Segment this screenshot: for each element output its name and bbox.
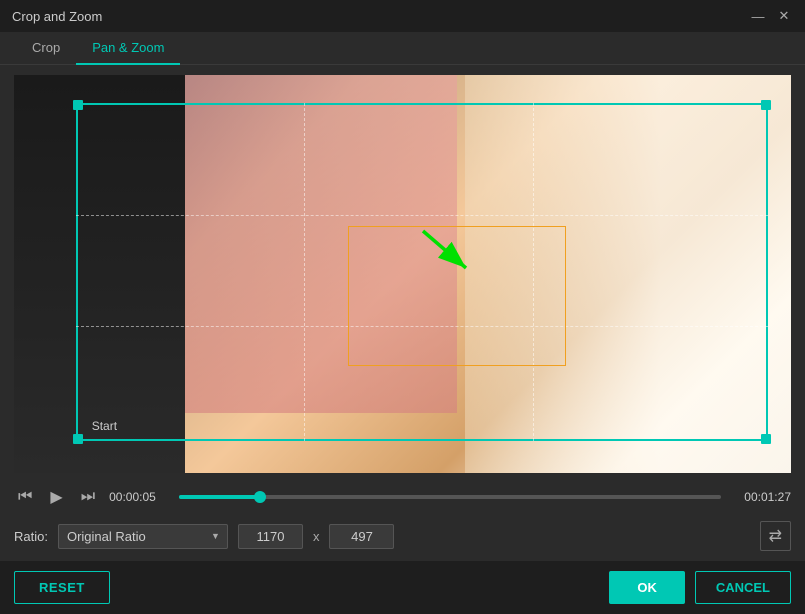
step-back-icon: ⏮	[18, 488, 32, 506]
playback-controls: ⏮ ▶ ⏭ 00:00:05 00:01:27	[14, 483, 791, 511]
ok-button[interactable]: OK	[609, 571, 685, 604]
cancel-button[interactable]: CANCEL	[695, 571, 791, 604]
close-button[interactable]: ✕	[775, 7, 793, 25]
tab-bar: Crop Pan & Zoom	[0, 32, 805, 65]
ratio-select[interactable]: Original Ratio 16:9 4:3 1:1 9:16 Custom	[58, 524, 228, 549]
swap-icon: ⇄	[769, 528, 782, 545]
step-forward-icon: ⏭	[81, 488, 95, 506]
bottom-action-bar: RESET OK CANCEL	[0, 561, 805, 614]
ratio-controls: Ratio: Original Ratio 16:9 4:3 1:1 9:16 …	[14, 521, 791, 551]
main-content: Start ⏮ ▶ ⏭ 00:00:05 00:01:27 Ratio:	[0, 65, 805, 561]
width-input[interactable]	[238, 524, 303, 549]
video-dark-left	[14, 75, 185, 473]
swap-dimensions-button[interactable]: ⇄	[760, 521, 791, 551]
confirm-button-group: OK CANCEL	[609, 571, 791, 604]
reset-button[interactable]: RESET	[14, 571, 110, 604]
dimension-separator: x	[313, 529, 320, 544]
minimize-icon: —	[752, 9, 765, 24]
timeline-thumb[interactable]	[254, 491, 266, 503]
video-pink-wall	[185, 75, 457, 413]
step-forward-button[interactable]: ⏭	[77, 486, 99, 508]
close-icon: ✕	[779, 8, 790, 24]
crop-and-zoom-window: Crop and Zoom — ✕ Crop Pan & Zoom	[0, 0, 805, 614]
ratio-select-wrapper: Original Ratio 16:9 4:3 1:1 9:16 Custom	[58, 524, 228, 549]
play-button[interactable]: ▶	[46, 485, 66, 509]
start-label: Start	[92, 419, 117, 433]
window-controls: — ✕	[749, 7, 793, 25]
video-frame: Start	[14, 75, 791, 473]
video-right-area	[465, 75, 791, 473]
end-time: 00:01:27	[731, 490, 791, 504]
height-input[interactable]	[329, 524, 394, 549]
title-bar: Crop and Zoom — ✕	[0, 0, 805, 32]
play-icon: ▶	[50, 487, 62, 507]
video-preview-area: Start	[14, 75, 791, 473]
tab-pan-zoom[interactable]: Pan & Zoom	[76, 32, 180, 65]
step-back-button[interactable]: ⏮	[14, 486, 36, 508]
window-title: Crop and Zoom	[12, 9, 102, 24]
timeline-progress	[179, 495, 260, 499]
minimize-button[interactable]: —	[749, 7, 767, 25]
tab-crop[interactable]: Crop	[16, 32, 76, 65]
timeline-track[interactable]	[179, 495, 721, 499]
current-time: 00:00:05	[109, 490, 169, 504]
ratio-label: Ratio:	[14, 529, 48, 544]
